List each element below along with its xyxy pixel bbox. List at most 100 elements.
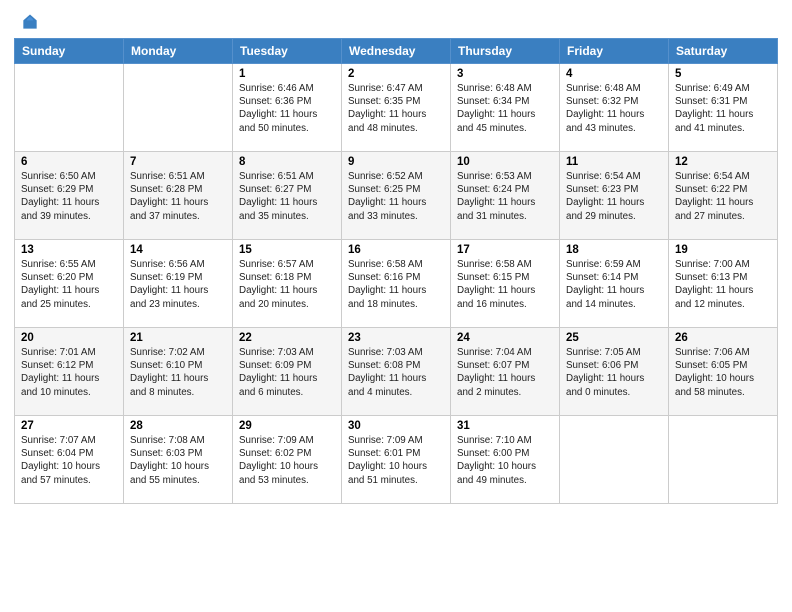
day-number: 4 bbox=[566, 68, 662, 80]
day-info: Sunrise: 6:46 AM Sunset: 6:36 PM Dayligh… bbox=[239, 82, 335, 135]
day-info: Sunrise: 6:48 AM Sunset: 6:32 PM Dayligh… bbox=[566, 82, 662, 135]
day-number: 13 bbox=[21, 244, 117, 256]
day-info: Sunrise: 7:04 AM Sunset: 6:07 PM Dayligh… bbox=[457, 346, 553, 399]
day-info: Sunrise: 6:52 AM Sunset: 6:25 PM Dayligh… bbox=[348, 170, 444, 223]
calendar-cell: 13Sunrise: 6:55 AM Sunset: 6:20 PM Dayli… bbox=[15, 240, 124, 328]
calendar-cell: 22Sunrise: 7:03 AM Sunset: 6:09 PM Dayli… bbox=[233, 328, 342, 416]
day-info: Sunrise: 7:03 AM Sunset: 6:08 PM Dayligh… bbox=[348, 346, 444, 399]
day-info: Sunrise: 6:51 AM Sunset: 6:28 PM Dayligh… bbox=[130, 170, 226, 223]
day-info: Sunrise: 6:51 AM Sunset: 6:27 PM Dayligh… bbox=[239, 170, 335, 223]
weekday-header-monday: Monday bbox=[124, 39, 233, 64]
calendar-cell: 14Sunrise: 6:56 AM Sunset: 6:19 PM Dayli… bbox=[124, 240, 233, 328]
day-number: 18 bbox=[566, 244, 662, 256]
day-info: Sunrise: 6:54 AM Sunset: 6:22 PM Dayligh… bbox=[675, 170, 771, 223]
day-info: Sunrise: 6:58 AM Sunset: 6:15 PM Dayligh… bbox=[457, 258, 553, 311]
day-info: Sunrise: 6:47 AM Sunset: 6:35 PM Dayligh… bbox=[348, 82, 444, 135]
calendar-cell: 28Sunrise: 7:08 AM Sunset: 6:03 PM Dayli… bbox=[124, 416, 233, 504]
day-number: 10 bbox=[457, 156, 553, 168]
day-number: 25 bbox=[566, 332, 662, 344]
logo bbox=[18, 12, 40, 32]
calendar-cell: 30 Sunrise: 7:09 AM Sunset: 6:01 PM Dayli… bbox=[342, 416, 451, 504]
day-info: Sunrise: 7:07 AM Sunset: 6:04 PM Dayligh… bbox=[21, 434, 117, 487]
calendar-cell: 25 Sunrise: 7:05 AM Sunset: 6:06 PM Dayli… bbox=[560, 328, 669, 416]
calendar-cell: 17 Sunrise: 6:58 AM Sunset: 6:15 PM Dayli… bbox=[451, 240, 560, 328]
day-info: Sunrise: 6:59 AM Sunset: 6:14 PM Dayligh… bbox=[566, 258, 662, 311]
day-number: 16 bbox=[348, 244, 444, 256]
week-row: 13Sunrise: 6:55 AM Sunset: 6:20 PM Dayli… bbox=[15, 240, 778, 328]
calendar-cell bbox=[560, 416, 669, 504]
calendar-cell: 29Sunrise: 7:09 AM Sunset: 6:02 PM Dayli… bbox=[233, 416, 342, 504]
weekday-row: SundayMondayTuesdayWednesdayThursdayFrid… bbox=[15, 39, 778, 64]
day-number: 23 bbox=[348, 332, 444, 344]
weekday-header-tuesday: Tuesday bbox=[233, 39, 342, 64]
day-number: 11 bbox=[566, 156, 662, 168]
calendar-cell: 12 Sunrise: 6:54 AM Sunset: 6:22 PM Dayli… bbox=[669, 152, 778, 240]
calendar-cell: 18 Sunrise: 6:59 AM Sunset: 6:14 PM Dayli… bbox=[560, 240, 669, 328]
day-number: 12 bbox=[675, 156, 771, 168]
day-info: Sunrise: 7:06 AM Sunset: 6:05 PM Dayligh… bbox=[675, 346, 771, 399]
calendar-body: 1 Sunrise: 6:46 AM Sunset: 6:36 PM Daylig… bbox=[15, 64, 778, 504]
weekday-header-sunday: Sunday bbox=[15, 39, 124, 64]
weekday-header-wednesday: Wednesday bbox=[342, 39, 451, 64]
week-row: 20 Sunrise: 7:01 AM Sunset: 6:12 PM Dayli… bbox=[15, 328, 778, 416]
day-number: 29 bbox=[239, 420, 335, 432]
calendar-cell: 10 Sunrise: 6:53 AM Sunset: 6:24 PM Dayli… bbox=[451, 152, 560, 240]
calendar-header: SundayMondayTuesdayWednesdayThursdayFrid… bbox=[15, 39, 778, 64]
calendar-cell: 11 Sunrise: 6:54 AM Sunset: 6:23 PM Dayli… bbox=[560, 152, 669, 240]
day-info: Sunrise: 6:50 AM Sunset: 6:29 PM Dayligh… bbox=[21, 170, 117, 223]
day-number: 5 bbox=[675, 68, 771, 80]
day-number: 30 bbox=[348, 420, 444, 432]
day-number: 27 bbox=[21, 420, 117, 432]
day-info: Sunrise: 7:01 AM Sunset: 6:12 PM Dayligh… bbox=[21, 346, 117, 399]
day-number: 21 bbox=[130, 332, 226, 344]
page: SundayMondayTuesdayWednesdayThursdayFrid… bbox=[0, 0, 792, 612]
calendar-cell: 15 Sunrise: 6:57 AM Sunset: 6:18 PM Dayli… bbox=[233, 240, 342, 328]
day-number: 17 bbox=[457, 244, 553, 256]
calendar-cell: 3 Sunrise: 6:48 AM Sunset: 6:34 PM Daylig… bbox=[451, 64, 560, 152]
calendar-cell: 9 Sunrise: 6:52 AM Sunset: 6:25 PM Daylig… bbox=[342, 152, 451, 240]
week-row: 6 Sunrise: 6:50 AM Sunset: 6:29 PM Daylig… bbox=[15, 152, 778, 240]
day-number: 3 bbox=[457, 68, 553, 80]
day-number: 9 bbox=[348, 156, 444, 168]
calendar-cell bbox=[669, 416, 778, 504]
day-number: 15 bbox=[239, 244, 335, 256]
day-number: 8 bbox=[239, 156, 335, 168]
day-number: 20 bbox=[21, 332, 117, 344]
day-info: Sunrise: 7:09 AM Sunset: 6:01 PM Dayligh… bbox=[348, 434, 444, 487]
calendar-cell: 31Sunrise: 7:10 AM Sunset: 6:00 PM Dayli… bbox=[451, 416, 560, 504]
calendar-cell: 21Sunrise: 7:02 AM Sunset: 6:10 PM Dayli… bbox=[124, 328, 233, 416]
logo-icon bbox=[20, 12, 40, 32]
weekday-header-thursday: Thursday bbox=[451, 39, 560, 64]
calendar-cell: 24Sunrise: 7:04 AM Sunset: 6:07 PM Dayli… bbox=[451, 328, 560, 416]
calendar-cell bbox=[15, 64, 124, 152]
day-number: 1 bbox=[239, 68, 335, 80]
calendar-cell: 16 Sunrise: 6:58 AM Sunset: 6:16 PM Dayli… bbox=[342, 240, 451, 328]
day-info: Sunrise: 6:56 AM Sunset: 6:19 PM Dayligh… bbox=[130, 258, 226, 311]
day-info: Sunrise: 6:48 AM Sunset: 6:34 PM Dayligh… bbox=[457, 82, 553, 135]
day-info: Sunrise: 6:58 AM Sunset: 6:16 PM Dayligh… bbox=[348, 258, 444, 311]
day-info: Sunrise: 6:57 AM Sunset: 6:18 PM Dayligh… bbox=[239, 258, 335, 311]
calendar: SundayMondayTuesdayWednesdayThursdayFrid… bbox=[0, 38, 792, 612]
day-info: Sunrise: 6:54 AM Sunset: 6:23 PM Dayligh… bbox=[566, 170, 662, 223]
day-info: Sunrise: 7:00 AM Sunset: 6:13 PM Dayligh… bbox=[675, 258, 771, 311]
calendar-cell: 2 Sunrise: 6:47 AM Sunset: 6:35 PM Daylig… bbox=[342, 64, 451, 152]
day-number: 26 bbox=[675, 332, 771, 344]
day-info: Sunrise: 7:10 AM Sunset: 6:00 PM Dayligh… bbox=[457, 434, 553, 487]
calendar-cell: 27 Sunrise: 7:07 AM Sunset: 6:04 PM Dayli… bbox=[15, 416, 124, 504]
calendar-cell: 20 Sunrise: 7:01 AM Sunset: 6:12 PM Dayli… bbox=[15, 328, 124, 416]
week-row: 1 Sunrise: 6:46 AM Sunset: 6:36 PM Daylig… bbox=[15, 64, 778, 152]
day-number: 6 bbox=[21, 156, 117, 168]
day-info: Sunrise: 6:53 AM Sunset: 6:24 PM Dayligh… bbox=[457, 170, 553, 223]
day-info: Sunrise: 7:03 AM Sunset: 6:09 PM Dayligh… bbox=[239, 346, 335, 399]
header bbox=[0, 0, 792, 38]
calendar-cell: 5 Sunrise: 6:49 AM Sunset: 6:31 PM Daylig… bbox=[669, 64, 778, 152]
calendar-cell: 8 Sunrise: 6:51 AM Sunset: 6:27 PM Daylig… bbox=[233, 152, 342, 240]
calendar-table: SundayMondayTuesdayWednesdayThursdayFrid… bbox=[14, 38, 778, 504]
calendar-cell: 19 Sunrise: 7:00 AM Sunset: 6:13 PM Dayli… bbox=[669, 240, 778, 328]
calendar-cell: 23 Sunrise: 7:03 AM Sunset: 6:08 PM Dayli… bbox=[342, 328, 451, 416]
calendar-cell bbox=[124, 64, 233, 152]
day-info: Sunrise: 7:05 AM Sunset: 6:06 PM Dayligh… bbox=[566, 346, 662, 399]
day-number: 19 bbox=[675, 244, 771, 256]
day-number: 2 bbox=[348, 68, 444, 80]
day-info: Sunrise: 6:49 AM Sunset: 6:31 PM Dayligh… bbox=[675, 82, 771, 135]
